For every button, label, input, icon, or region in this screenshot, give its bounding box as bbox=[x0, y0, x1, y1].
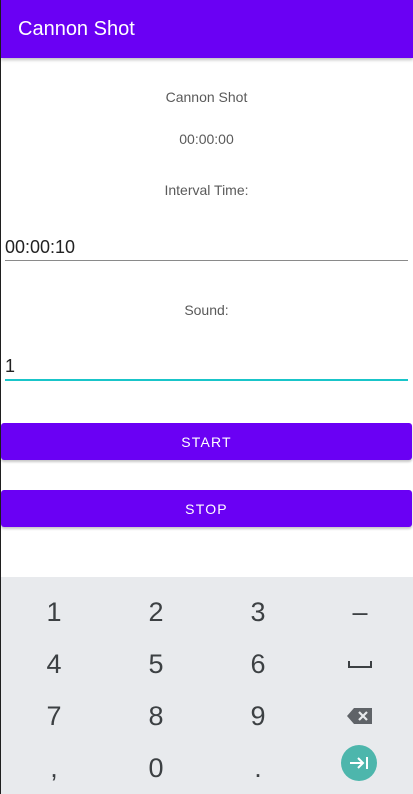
interval-time-input[interactable] bbox=[5, 234, 408, 261]
next-icon bbox=[341, 745, 377, 781]
key-next[interactable] bbox=[309, 737, 409, 789]
app-title: Cannon Shot bbox=[18, 18, 135, 40]
space-icon bbox=[348, 661, 372, 668]
heading-label: Cannon Shot bbox=[165, 89, 248, 105]
app-bar: Cannon Shot bbox=[1, 0, 413, 58]
key-period[interactable]: . bbox=[208, 742, 308, 794]
start-button[interactable]: START bbox=[1, 423, 412, 460]
sound-label: Sound: bbox=[184, 302, 229, 318]
key-8[interactable]: 8 bbox=[106, 690, 206, 742]
key-7[interactable]: 7 bbox=[4, 690, 104, 742]
key-comma[interactable]: , bbox=[4, 742, 104, 794]
key-backspace[interactable] bbox=[310, 690, 410, 742]
key-6[interactable]: 6 bbox=[208, 638, 308, 690]
key-2[interactable]: 2 bbox=[106, 586, 206, 638]
stop-button[interactable]: STOP bbox=[1, 490, 412, 527]
key-3[interactable]: 3 bbox=[208, 586, 308, 638]
key-5[interactable]: 5 bbox=[106, 638, 206, 690]
key-4[interactable]: 4 bbox=[4, 638, 104, 690]
numeric-keyboard: 1 2 3 – 4 5 6 7 8 9 , 0 . bbox=[1, 577, 413, 794]
key-1[interactable]: 1 bbox=[4, 586, 104, 638]
key-space[interactable] bbox=[310, 638, 410, 690]
key-9[interactable]: 9 bbox=[208, 690, 308, 742]
key-minus[interactable]: – bbox=[310, 586, 410, 638]
timer-display: 00:00:00 bbox=[179, 131, 234, 147]
key-0[interactable]: 0 bbox=[106, 742, 206, 794]
backspace-icon bbox=[347, 708, 372, 724]
interval-time-label: Interval Time: bbox=[164, 182, 249, 198]
sound-input[interactable] bbox=[5, 353, 408, 381]
